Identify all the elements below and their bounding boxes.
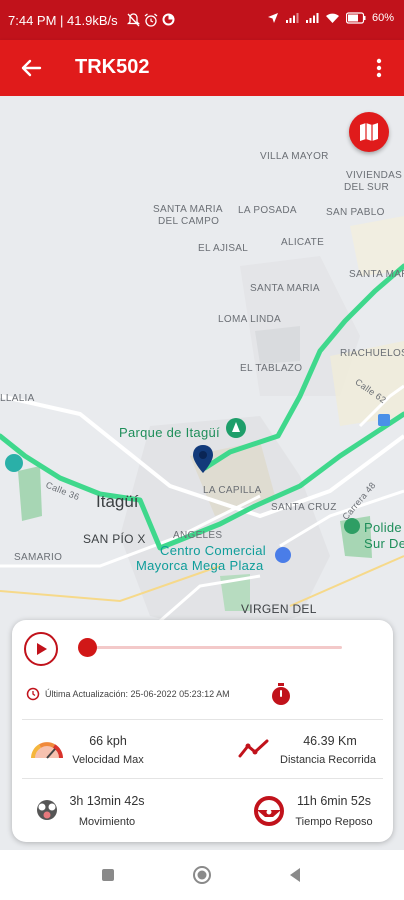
wifi-icon	[325, 13, 339, 23]
map-label-el-ajisal: EL AJISAL	[198, 243, 249, 254]
map-icon	[360, 123, 378, 141]
rest-label: Tiempo Reposo	[295, 816, 373, 828]
map-label-santa-maria-right: SANTA MARIA	[349, 269, 404, 280]
play-icon	[37, 643, 47, 655]
status-time-network: 7:44 PM | 41.9kB/s	[8, 13, 118, 28]
distance-label: Distancia Recorrida	[280, 754, 376, 766]
recents-square-icon[interactable]	[101, 868, 115, 882]
map-label-centro-comercial: Centro Comercial	[160, 543, 266, 558]
map-label-san-pio: SAN PÍO X	[83, 532, 146, 546]
map-label-santa-maria-center: SANTA MARIA	[250, 283, 320, 294]
distance-value: 46.39 Km	[303, 734, 357, 748]
arrow-left-icon[interactable]	[20, 57, 42, 79]
max-speed-label: Velocidad Max	[72, 754, 144, 766]
status-right-icons: 60%	[267, 12, 394, 24]
map-label-santa-maria-campo: SANTA MARIA	[153, 204, 223, 215]
play-button[interactable]	[24, 632, 58, 666]
page-title: TRK502	[75, 56, 150, 78]
playback-slider[interactable]	[87, 646, 342, 649]
map-label-polide: Polide	[364, 520, 402, 535]
stopwatch-icon[interactable]	[270, 682, 292, 706]
system-nav-bar	[0, 850, 404, 900]
home-circle-icon[interactable]	[192, 865, 212, 885]
map-label-angeles: ANGELES	[173, 530, 223, 541]
last-update-row: Última Actualización: 25-06-2022 05:23:1…	[26, 683, 230, 705]
map-type-button[interactable]	[349, 112, 389, 152]
map-label-san-pablo: SAN PABLO	[326, 207, 385, 218]
last-update-text: Última Actualización: 25-06-2022 05:23:1…	[45, 689, 230, 699]
map-label-el-tablazo: EL TABLAZO	[240, 363, 303, 374]
engine-icon	[37, 800, 57, 820]
more-vertical-icon[interactable]	[375, 58, 383, 80]
map-label-villa-mayor: VILLA MAYOR	[260, 151, 329, 162]
back-triangle-icon[interactable]	[288, 867, 302, 883]
mute-bell-icon	[127, 13, 140, 27]
location-arrow-icon	[267, 13, 278, 23]
steering-wheel-icon	[254, 796, 284, 826]
map-label-loma-linda: LOMA LINDA	[218, 314, 282, 325]
signal-icon	[305, 13, 319, 23]
map-label-santa-maria-campo-2: DEL CAMPO	[158, 216, 220, 227]
map-label-centro-comercial-2: Mayorca Mega Plaza	[136, 558, 264, 573]
playback-slider-thumb[interactable]	[78, 638, 97, 657]
alarm-icon	[144, 13, 158, 27]
rest-value: 11h 6min 52s	[296, 794, 372, 808]
map-label-viviendas-2: DEL SUR	[344, 182, 390, 193]
map-label-santa-cruz: SANTA CRUZ	[271, 502, 337, 513]
divider	[22, 778, 383, 779]
map-label-itagui: Itagüí	[96, 492, 139, 511]
movement-value: 3h 13min 42s	[69, 794, 145, 808]
map-label-virgen-del: VIRGEN DEL	[241, 602, 317, 616]
signal-icon	[285, 13, 299, 23]
map-label-la-capilla: LA CAPILLA	[203, 485, 262, 496]
map-label-la-posada: LA POSADA	[238, 205, 297, 216]
vehicle-marker-icon[interactable]	[192, 444, 214, 474]
map-label-riachuelos: RIACHUELOS	[340, 348, 404, 359]
map-label-viviendas: VIVIENDAS	[346, 170, 403, 181]
max-speed-value: 66 kph	[89, 734, 127, 748]
movement-label: Movimiento	[78, 816, 136, 828]
map-label-samario: SAMARIO	[14, 552, 63, 563]
battery-value: 60	[371, 12, 385, 24]
trip-summary-panel: Última Actualización: 25-06-2022 05:23:1…	[12, 620, 393, 842]
trend-line-icon	[238, 739, 269, 758]
battery-percent: 60%	[371, 12, 394, 24]
map-label-parque-itagui: Parque de Itagüí	[119, 425, 220, 440]
map-label-llalia: LLALIA	[0, 393, 35, 404]
app-notification-icon	[162, 13, 175, 26]
map-label-alicate: ALICATE	[281, 237, 325, 248]
battery-icon	[345, 12, 366, 24]
status-bar: 7:44 PM | 41.9kB/s 60%	[0, 0, 404, 40]
clock-icon	[26, 687, 40, 701]
map-label-polide-2: Sur De	[364, 536, 404, 551]
app-bar: TRK502	[0, 40, 404, 96]
divider	[22, 719, 383, 720]
